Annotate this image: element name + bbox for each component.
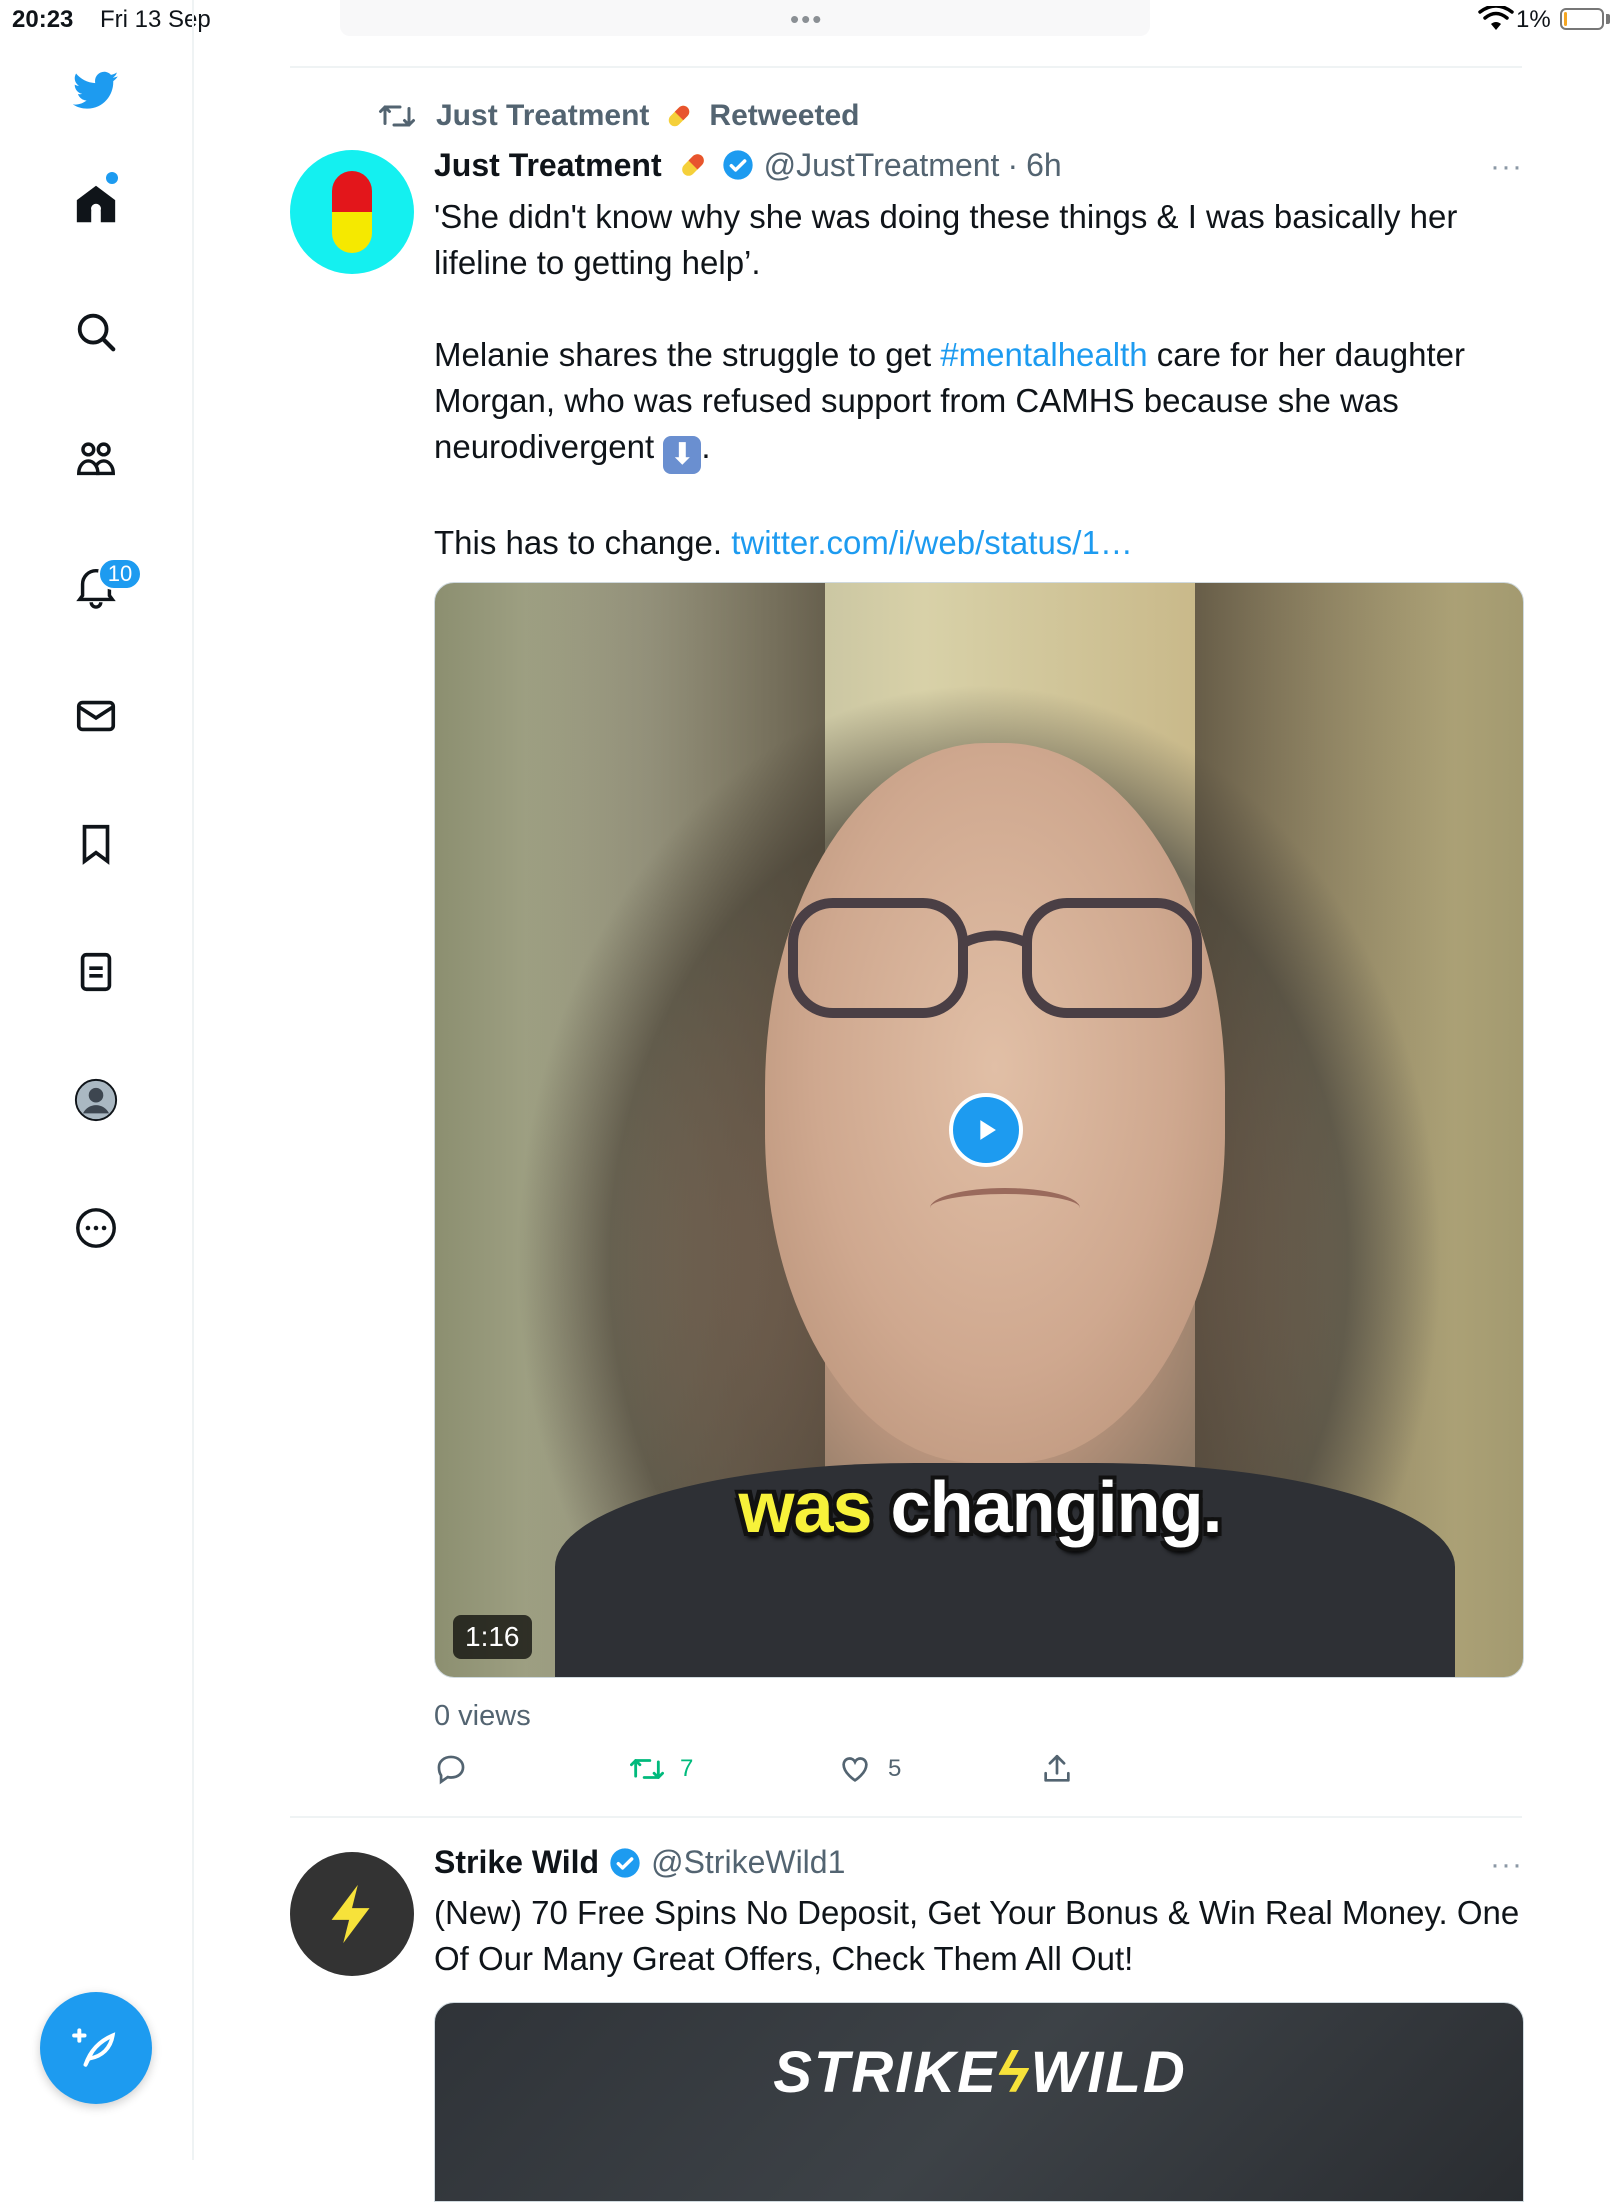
home-icon[interactable] xyxy=(66,174,126,234)
play-icon xyxy=(980,1120,996,1140)
battery-icon xyxy=(1560,8,1604,30)
status-bar: 20:23 Fri 13 Sep ••• 1% xyxy=(0,0,1620,40)
header-separator: · xyxy=(1007,146,1019,183)
retweeted-by-name: Just Treatment xyxy=(436,99,650,132)
retweet-count: 7 xyxy=(680,1755,694,1782)
hashtag-link[interactable]: #mentalhealth xyxy=(940,336,1147,373)
compose-feather-icon xyxy=(72,2028,116,2067)
author-name[interactable]: Strike Wild xyxy=(434,1844,599,1881)
retweeted-label: Retweeted xyxy=(709,99,860,132)
verified-badge-icon xyxy=(722,150,753,180)
compose-tweet-button[interactable] xyxy=(40,1992,152,2104)
tweet-more-menu[interactable]: ··· xyxy=(1490,150,1523,184)
tweet-text: 'She didn't know why she was doing these… xyxy=(434,194,1524,566)
video-frame-glasses xyxy=(788,898,1202,1018)
share-icon xyxy=(1044,1754,1070,1782)
verified-badge-icon xyxy=(610,1847,640,1878)
tweet-text-fragment: Melanie shares the struggle to get xyxy=(434,336,941,373)
search-icon[interactable] xyxy=(66,302,126,362)
video-frame-mouth xyxy=(930,1188,1080,1228)
retweet-icon xyxy=(630,1759,664,1779)
strike-wild-logo: STRIKEϟWILD xyxy=(435,2039,1523,2106)
sidebar-nav: 10 xyxy=(0,0,194,2160)
messages-envelope-icon[interactable] xyxy=(66,686,126,746)
play-button[interactable] xyxy=(949,1093,1023,1167)
heart-icon xyxy=(842,1757,868,1782)
video-player[interactable]: was changing. 1:16 xyxy=(434,582,1524,1678)
bookmark-icon[interactable] xyxy=(66,814,126,874)
ad-media-card[interactable]: STRIKEϟWILD xyxy=(434,2002,1524,2202)
retweet-icon xyxy=(379,105,415,127)
video-duration: 1:16 xyxy=(453,1615,532,1659)
like-button[interactable]: 5 xyxy=(838,1752,901,1786)
pill-logo xyxy=(332,171,372,253)
twitter-bird-icon[interactable] xyxy=(66,60,126,120)
tweet-paragraph-2: Melanie shares the struggle to get #ment… xyxy=(434,332,1524,474)
lists-icon[interactable] xyxy=(66,942,126,1002)
feed-divider xyxy=(290,1816,1522,1818)
video-caption-highlight: was xyxy=(738,1468,872,1548)
communities-icon[interactable] xyxy=(66,430,126,490)
tweet-header: Just Treatment @JustTreatment · 6h xyxy=(434,146,1062,184)
down-arrow-emoji-icon: ⬇ xyxy=(663,436,702,474)
tweet-paragraph-3: This has to change. twitter.com/i/web/st… xyxy=(434,520,1524,566)
retweet-context[interactable]: Just Treatment Retweeted xyxy=(378,98,859,134)
logo-text: WILD xyxy=(1030,2040,1187,2105)
author-name[interactable]: Just Treatment xyxy=(434,147,662,184)
reply-icon xyxy=(437,1755,465,1785)
reply-button[interactable] xyxy=(434,1752,484,1786)
tweet-text-fragment: This has to change. xyxy=(434,524,732,561)
video-caption-rest: changing. xyxy=(871,1468,1223,1548)
battery-percent: 1% xyxy=(1516,6,1551,33)
tweet-text: (New) 70 Free Spins No Deposit, Get Your… xyxy=(434,1894,1520,1977)
tweet-url-link[interactable]: twitter.com/i/web/status/1… xyxy=(731,524,1133,561)
profile-avatar-icon[interactable] xyxy=(66,1070,126,1130)
tweet-header: Strike Wild @StrikeWild1 xyxy=(434,1844,845,1881)
author-avatar[interactable] xyxy=(290,1852,414,1976)
pill-emoji-icon xyxy=(669,105,690,127)
logo-text: STRIKE xyxy=(773,2040,998,2105)
view-count: 0 views xyxy=(434,1700,531,1732)
home-unread-dot xyxy=(106,172,118,184)
like-count: 5 xyxy=(888,1755,902,1782)
author-handle[interactable]: @JustTreatment xyxy=(764,147,1000,184)
tweet-text-fragment: . xyxy=(701,428,711,465)
share-button[interactable] xyxy=(1040,1752,1074,1786)
logo-bolt-icon: ϟ xyxy=(997,2040,1031,2105)
wifi-icon xyxy=(1478,6,1514,30)
lightning-bolt-icon xyxy=(331,1884,370,1944)
tweet-timestamp[interactable]: 6h xyxy=(1026,147,1062,184)
battery-tip xyxy=(1606,14,1610,24)
more-options-icon[interactable] xyxy=(66,1198,126,1258)
author-handle[interactable]: @StrikeWild1 xyxy=(651,1844,845,1881)
video-caption: was changing. xyxy=(435,1467,1523,1549)
multitasking-dots-icon[interactable]: ••• xyxy=(790,4,823,35)
retweet-button[interactable]: 7 xyxy=(630,1752,693,1786)
tweet-paragraph-1: 'She didn't know why she was doing these… xyxy=(434,198,1458,281)
tweet-actions: 7 5 xyxy=(434,1752,1134,1792)
author-avatar[interactable] xyxy=(290,150,414,274)
notification-count-badge: 10 xyxy=(98,558,142,590)
feed-divider xyxy=(290,66,1522,68)
tweet-more-menu[interactable]: ··· xyxy=(1490,1848,1523,1882)
pill-emoji-icon xyxy=(681,154,704,176)
